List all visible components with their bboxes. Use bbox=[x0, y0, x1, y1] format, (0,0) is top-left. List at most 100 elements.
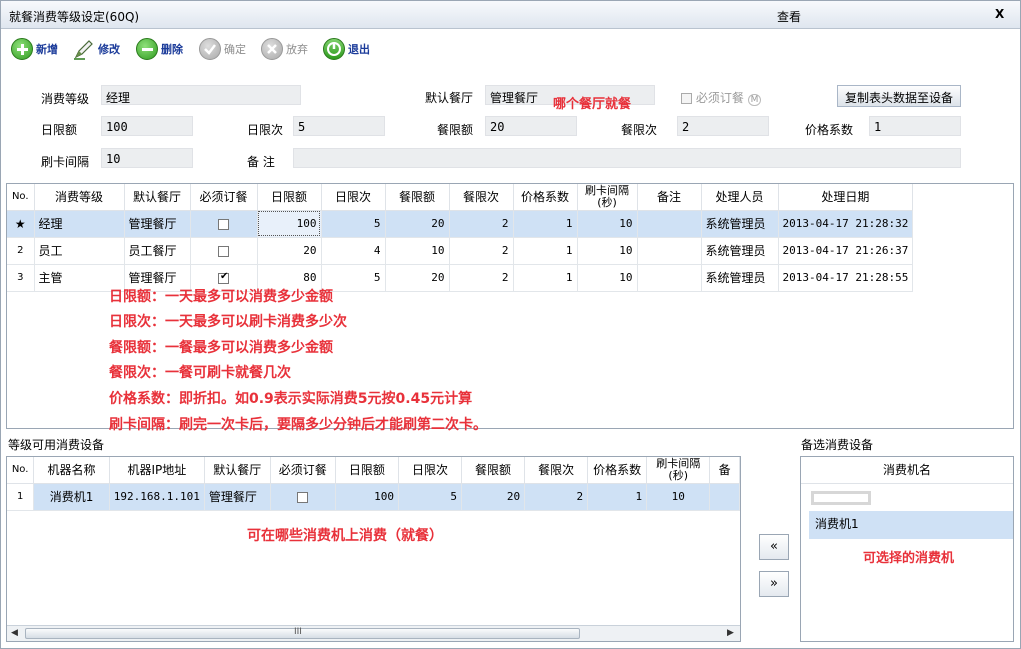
level-field[interactable]: 经理 bbox=[101, 85, 301, 105]
col-header[interactable]: 机器名称 bbox=[33, 457, 110, 484]
filter-input[interactable] bbox=[811, 491, 871, 505]
col-header[interactable]: 餐限次 bbox=[449, 184, 514, 211]
col-header[interactable]: 价格系数 bbox=[513, 184, 578, 211]
cell-meal-times[interactable]: 2 bbox=[449, 264, 514, 292]
cell-remark[interactable] bbox=[637, 237, 702, 265]
cell-operator[interactable]: 系统管理员 bbox=[701, 237, 779, 265]
cell-meal-amount[interactable]: 10 bbox=[385, 237, 450, 265]
move-left-button[interactable]: « bbox=[759, 534, 789, 560]
cell-restaurant[interactable]: 管理餐厅 bbox=[124, 210, 191, 238]
col-header[interactable]: 刷卡间隔(秒) bbox=[646, 457, 711, 484]
cell-meal-amount[interactable]: 20 bbox=[461, 483, 526, 511]
cancel-button[interactable]: 放弃 bbox=[261, 37, 308, 61]
list-item[interactable]: 消费机1 bbox=[809, 511, 1013, 539]
cell-level[interactable]: 员工 bbox=[34, 237, 125, 265]
checkbox[interactable] bbox=[218, 245, 229, 257]
col-header[interactable]: 机器IP地址 bbox=[109, 457, 205, 484]
cell-date[interactable]: 2013-04-17 21:28:32 bbox=[778, 210, 914, 238]
table-row[interactable]: ★ 经理 管理餐厅 100 5 20 2 1 10 系统管理员 2013-04-… bbox=[7, 210, 914, 238]
cell-factor[interactable]: 1 bbox=[587, 483, 648, 511]
cell-day-times[interactable]: 5 bbox=[321, 210, 386, 238]
col-header[interactable]: 备注 bbox=[637, 184, 702, 211]
col-header[interactable]: 刷卡间隔(秒) bbox=[577, 184, 638, 211]
cell-must-order[interactable] bbox=[270, 483, 336, 511]
cell-meal-times[interactable]: 2 bbox=[449, 237, 514, 265]
cell-factor[interactable]: 1 bbox=[513, 264, 578, 292]
scroll-thumb[interactable]: III bbox=[25, 627, 580, 639]
cell-interval[interactable]: 10 bbox=[646, 483, 711, 511]
cell-interval[interactable]: 10 bbox=[577, 210, 638, 238]
meal-times-field[interactable]: 2 bbox=[677, 116, 769, 136]
confirm-button[interactable]: 确定 bbox=[199, 37, 246, 61]
cell-meal-amount[interactable]: 20 bbox=[385, 210, 450, 238]
horizontal-scrollbar[interactable]: ◀ III ▶ bbox=[7, 625, 740, 641]
cell-machine-name[interactable]: 消费机1 bbox=[33, 483, 110, 511]
cell-meal-times[interactable]: 2 bbox=[449, 210, 514, 238]
checkbox[interactable] bbox=[218, 218, 229, 230]
cell-ip[interactable]: 192.168.1.101 bbox=[109, 483, 205, 511]
col-header[interactable]: 餐限次 bbox=[524, 457, 589, 484]
col-header[interactable]: 餐限额 bbox=[461, 457, 526, 484]
col-header[interactable]: 必须订餐 bbox=[270, 457, 336, 484]
cell-restaurant[interactable]: 员工餐厅 bbox=[124, 237, 191, 265]
delete-button[interactable]: 删除 bbox=[136, 37, 183, 61]
meal-amount-field[interactable]: 20 bbox=[485, 116, 577, 136]
cell-remark[interactable] bbox=[637, 264, 702, 292]
cell-meal-amount[interactable]: 20 bbox=[385, 264, 450, 292]
cell-interval[interactable]: 10 bbox=[577, 237, 638, 265]
day-amount-field[interactable]: 100 bbox=[101, 116, 193, 136]
move-right-button[interactable]: » bbox=[759, 571, 789, 597]
edit-button[interactable]: 修改 bbox=[73, 37, 120, 61]
cell-date[interactable]: 2013-04-17 21:26:37 bbox=[778, 237, 914, 265]
col-header[interactable]: 必须订餐 bbox=[190, 184, 258, 211]
cell-operator[interactable]: 系统管理员 bbox=[701, 210, 779, 238]
scroll-right-icon[interactable]: ▶ bbox=[727, 628, 734, 638]
day-times-field[interactable]: 5 bbox=[293, 116, 385, 136]
cell-day-amount[interactable]: 20 bbox=[257, 237, 322, 265]
cell-meal-times[interactable]: 2 bbox=[524, 483, 589, 511]
cell-must-order[interactable] bbox=[190, 237, 258, 265]
col-header[interactable]: No. bbox=[7, 184, 35, 211]
remark-field[interactable] bbox=[293, 148, 961, 168]
cell-factor[interactable]: 1 bbox=[513, 237, 578, 265]
col-header[interactable]: No. bbox=[7, 457, 35, 484]
col-header[interactable]: 日限额 bbox=[257, 184, 322, 211]
col-header[interactable]: 价格系数 bbox=[587, 457, 648, 484]
copy-header-button[interactable]: 复制表头数据至设备 bbox=[837, 85, 962, 107]
col-header[interactable]: 日限次 bbox=[398, 457, 462, 484]
col-header[interactable]: 消费等级 bbox=[34, 184, 125, 211]
cell-day-times[interactable]: 5 bbox=[398, 483, 462, 511]
cell-day-amount[interactable]: 100 bbox=[335, 483, 399, 511]
interval-field[interactable]: 10 bbox=[101, 148, 193, 168]
cell-extra[interactable] bbox=[709, 483, 740, 511]
cell-day-amount[interactable]: 100 bbox=[257, 210, 322, 238]
must-order-checkbox[interactable]: 必须订餐 M bbox=[681, 89, 762, 106]
checkbox[interactable] bbox=[297, 491, 309, 503]
new-button[interactable]: 新增 bbox=[11, 37, 58, 61]
table-row[interactable]: 1 消费机1 192.168.1.101 管理餐厅 100 5 20 2 1 1… bbox=[7, 483, 740, 511]
table-row[interactable]: 2 员工 员工餐厅 20 4 10 2 1 10 系统管理员 2013-04-1… bbox=[7, 237, 914, 265]
scroll-left-icon[interactable]: ◀ bbox=[11, 628, 18, 638]
cell-day-times[interactable]: 4 bbox=[321, 237, 386, 265]
col-header[interactable]: 处理日期 bbox=[778, 184, 914, 211]
col-header[interactable]: 日限额 bbox=[335, 457, 399, 484]
cell-remark[interactable] bbox=[637, 210, 702, 238]
col-header[interactable]: 日限次 bbox=[321, 184, 386, 211]
available-header[interactable]: 消费机名 bbox=[801, 457, 1013, 484]
close-button[interactable]: X bbox=[995, 7, 1004, 21]
col-header[interactable]: 处理人员 bbox=[701, 184, 779, 211]
cell-factor[interactable]: 1 bbox=[513, 210, 578, 238]
price-factor-field[interactable]: 1 bbox=[869, 116, 961, 136]
cell-restaurant[interactable]: 管理餐厅 bbox=[204, 483, 271, 511]
col-header[interactable]: 备 bbox=[709, 457, 740, 484]
cell-operator[interactable]: 系统管理员 bbox=[701, 264, 779, 292]
checkbox-checked[interactable] bbox=[218, 271, 229, 284]
col-header[interactable]: 餐限额 bbox=[385, 184, 450, 211]
cell-interval[interactable]: 10 bbox=[577, 264, 638, 292]
cell-level[interactable]: 经理 bbox=[34, 210, 125, 238]
col-header[interactable]: 默认餐厅 bbox=[124, 184, 191, 211]
cell-must-order[interactable] bbox=[190, 210, 258, 238]
col-header[interactable]: 默认餐厅 bbox=[204, 457, 271, 484]
cell-date[interactable]: 2013-04-17 21:28:55 bbox=[778, 264, 914, 292]
exit-button[interactable]: 退出 bbox=[323, 37, 370, 61]
